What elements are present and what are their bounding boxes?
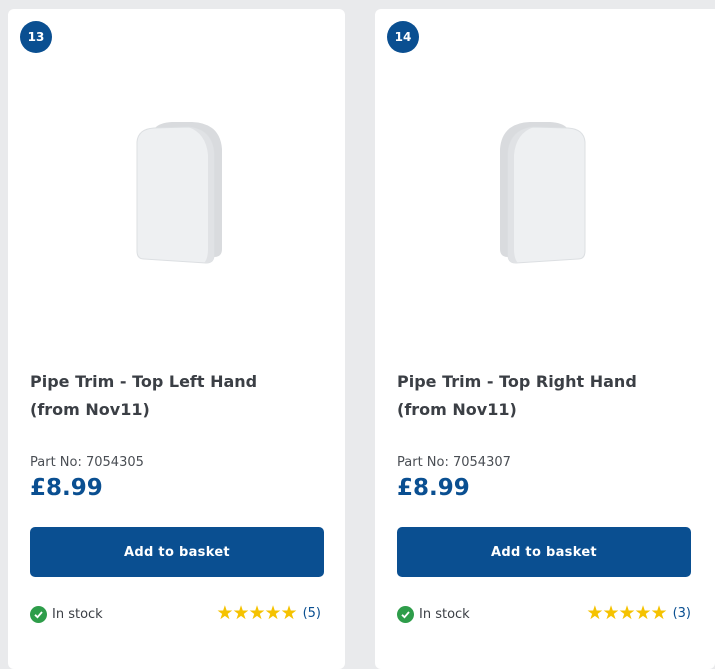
check-circle-icon bbox=[30, 606, 47, 623]
product-card: 14 Pipe Trim - Top Right Hand (from Nov1… bbox=[375, 9, 715, 669]
stock-status: In stock bbox=[397, 606, 470, 623]
product-card: 13 Pipe Trim - Top Left Hand (from Nov11… bbox=[8, 9, 345, 669]
product-index-badge: 13 bbox=[20, 21, 52, 53]
stock-label: In stock bbox=[52, 607, 103, 622]
product-price: £8.99 bbox=[397, 475, 470, 501]
rating[interactable]: ★★★★★ (3) bbox=[586, 603, 691, 623]
product-price: £8.99 bbox=[30, 475, 103, 501]
star-rating-icon: ★★★★★ bbox=[586, 602, 667, 624]
product-index-badge: 14 bbox=[387, 21, 419, 53]
stock-label: In stock bbox=[419, 607, 470, 622]
add-to-basket-button[interactable]: Add to basket bbox=[397, 527, 691, 577]
star-rating-icon: ★★★★★ bbox=[216, 602, 297, 624]
pipe-trim-right-image bbox=[500, 122, 586, 264]
product-image[interactable] bbox=[375, 109, 715, 279]
pipe-trim-left-image bbox=[136, 122, 222, 264]
part-number: Part No: 7054305 bbox=[30, 455, 144, 470]
product-title[interactable]: Pipe Trim - Top Left Hand (from Nov11) bbox=[30, 368, 310, 424]
product-title[interactable]: Pipe Trim - Top Right Hand (from Nov11) bbox=[397, 368, 677, 424]
product-image[interactable] bbox=[8, 109, 345, 279]
stock-status: In stock bbox=[30, 606, 103, 623]
check-circle-icon bbox=[397, 606, 414, 623]
review-count[interactable]: (5) bbox=[303, 606, 321, 621]
rating[interactable]: ★★★★★ (5) bbox=[216, 603, 321, 623]
part-number: Part No: 7054307 bbox=[397, 455, 511, 470]
review-count[interactable]: (3) bbox=[673, 606, 691, 621]
add-to-basket-button[interactable]: Add to basket bbox=[30, 527, 324, 577]
